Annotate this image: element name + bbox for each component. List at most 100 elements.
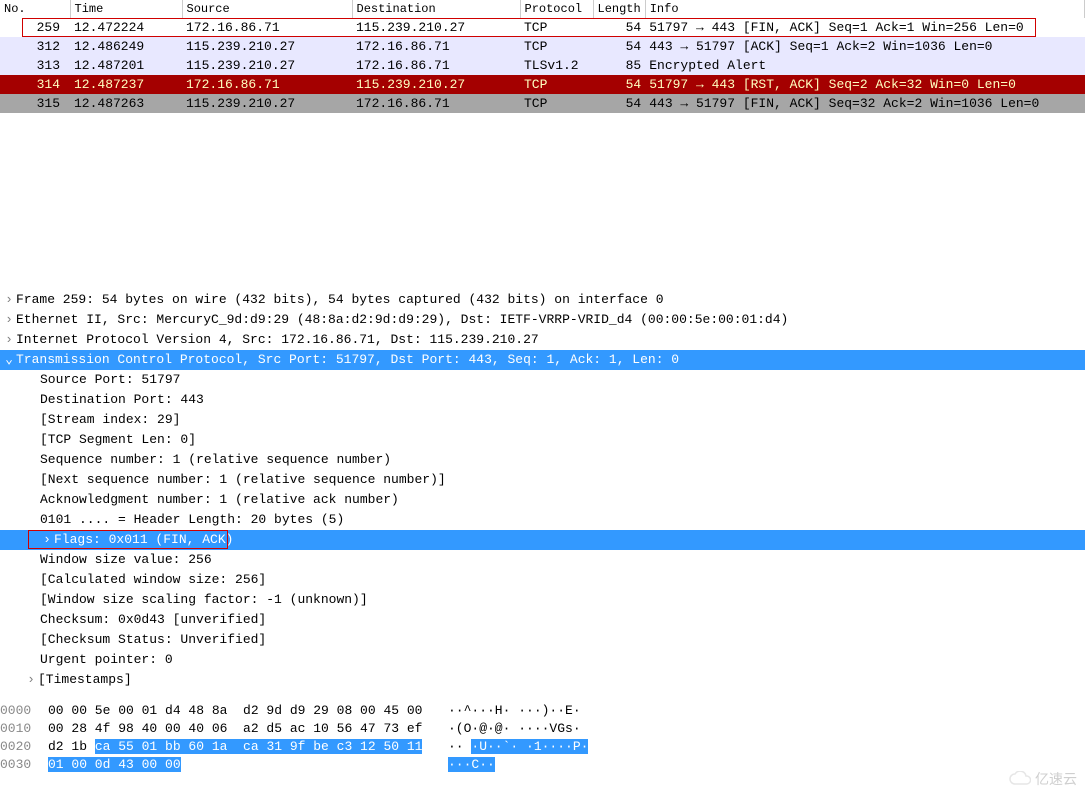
cell-dst: 172.16.86.71	[352, 56, 520, 75]
byte-row[interactable]: 001000 28 4f 98 40 00 40 06 a2 d5 ac 10 …	[0, 720, 1085, 738]
cell-info: 443 → 51797 [ACK] Seq=1 Ack=2 Win=1036 L…	[645, 37, 1084, 56]
chevron-right-icon[interactable]: ›	[2, 330, 16, 350]
tree-label: Transmission Control Protocol, Src Port:…	[16, 350, 679, 370]
byte-ascii: ·· ·U··`· ·1····P·	[448, 738, 588, 756]
cell-info: Encrypted Alert	[645, 56, 1084, 75]
tree-checksum-status[interactable]: [Checksum Status: Unverified]	[0, 630, 1085, 650]
table-row[interactable]: 315 12.487263 115.239.210.27 172.16.86.7…	[0, 94, 1085, 113]
byte-ascii: ··^···H· ···)··E·	[448, 702, 581, 720]
tree-label: [Next sequence number: 1 (relative seque…	[40, 470, 446, 490]
cell-time: 12.487201	[70, 56, 182, 75]
cell-info: 443 → 51797 [FIN, ACK] Seq=32 Ack=2 Win=…	[645, 94, 1084, 113]
table-row[interactable]: 313 12.487201 115.239.210.27 172.16.86.7…	[0, 56, 1085, 75]
cell-dst: 172.16.86.71	[352, 94, 520, 113]
col-header-length[interactable]: Length	[593, 0, 645, 18]
tree-label: [Checksum Status: Unverified]	[40, 630, 266, 650]
byte-hex: 00 28 4f 98 40 00 40 06 a2 d5 ac 10 56 4…	[48, 720, 448, 738]
tree-flags[interactable]: ›Flags: 0x011 (FIN, ACK)	[0, 530, 1085, 550]
cell-src: 172.16.86.71	[182, 75, 352, 94]
byte-hex: 00 00 5e 00 01 d4 48 8a d2 9d d9 29 08 0…	[48, 702, 448, 720]
col-header-no[interactable]: No.	[0, 0, 70, 18]
cell-src: 115.239.210.27	[182, 56, 352, 75]
cloud-icon	[1009, 771, 1031, 787]
cell-info: 51797 → 443 [RST, ACK] Seq=2 Ack=32 Win=…	[645, 75, 1084, 94]
watermark-text: 亿速云	[1035, 769, 1077, 789]
chevron-down-icon[interactable]: ⌄	[2, 350, 16, 370]
cell-len: 54	[593, 18, 645, 37]
cell-dst: 115.239.210.27	[352, 18, 520, 37]
cell-no: 314	[0, 75, 70, 94]
cell-no: 315	[0, 94, 70, 113]
cell-no: 312	[0, 37, 70, 56]
cell-src: 115.239.210.27	[182, 94, 352, 113]
packet-bytes-pane[interactable]: 000000 00 5e 00 01 d4 48 8a d2 9d d9 29 …	[0, 702, 1085, 774]
tree-ack-number[interactable]: Acknowledgment number: 1 (relative ack n…	[0, 490, 1085, 510]
tree-seq-number[interactable]: Sequence number: 1 (relative sequence nu…	[0, 450, 1085, 470]
cell-no: 313	[0, 56, 70, 75]
table-row[interactable]: 312 12.486249 115.239.210.27 172.16.86.7…	[0, 37, 1085, 56]
tree-label: [Stream index: 29]	[40, 410, 180, 430]
chevron-right-icon[interactable]: ›	[24, 670, 38, 690]
tree-tcp[interactable]: ⌄Transmission Control Protocol, Src Port…	[0, 350, 1085, 370]
tree-label: Acknowledgment number: 1 (relative ack n…	[40, 490, 399, 510]
col-header-info[interactable]: Info	[645, 0, 1084, 18]
cell-proto: TCP	[520, 75, 593, 94]
packet-list-table[interactable]: No. Time Source Destination Protocol Len…	[0, 0, 1085, 113]
cell-len: 85	[593, 56, 645, 75]
byte-ascii-plain: ··	[448, 739, 471, 754]
tree-segment-len[interactable]: [TCP Segment Len: 0]	[0, 430, 1085, 450]
tree-ethernet[interactable]: ›Ethernet II, Src: MercuryC_9d:d9:29 (48…	[0, 310, 1085, 330]
tree-urgent-pointer[interactable]: Urgent pointer: 0	[0, 650, 1085, 670]
tree-stream-index[interactable]: [Stream index: 29]	[0, 410, 1085, 430]
byte-row[interactable]: 003001 00 0d 43 00 00···C··	[0, 756, 1085, 774]
chevron-right-icon[interactable]: ›	[2, 310, 16, 330]
tree-dst-port[interactable]: Destination Port: 443	[0, 390, 1085, 410]
table-row[interactable]: 314 12.487237 172.16.86.71 115.239.210.2…	[0, 75, 1085, 94]
packet-details-pane[interactable]: ›Frame 259: 54 bytes on wire (432 bits),…	[0, 290, 1085, 690]
tree-checksum[interactable]: Checksum: 0x0d43 [unverified]	[0, 610, 1085, 630]
byte-row[interactable]: 0020d2 1b ca 55 01 bb 60 1a ca 31 9f be …	[0, 738, 1085, 756]
packet-list-header[interactable]: No. Time Source Destination Protocol Len…	[0, 0, 1085, 18]
tree-window-size[interactable]: Window size value: 256	[0, 550, 1085, 570]
tree-next-seq[interactable]: [Next sequence number: 1 (relative seque…	[0, 470, 1085, 490]
col-header-time[interactable]: Time	[70, 0, 182, 18]
byte-ascii: ·(O·@·@· ····VGs·	[448, 720, 581, 738]
cell-info: 51797 → 443 [FIN, ACK] Seq=1 Ack=1 Win=2…	[645, 18, 1084, 37]
byte-hex: d2 1b ca 55 01 bb 60 1a ca 31 9f be c3 1…	[48, 738, 448, 756]
byte-offset: 0020	[0, 738, 48, 756]
tree-ip[interactable]: ›Internet Protocol Version 4, Src: 172.1…	[0, 330, 1085, 350]
cell-proto: TCP	[520, 18, 593, 37]
tree-label: [Timestamps]	[38, 670, 132, 690]
tree-label: Ethernet II, Src: MercuryC_9d:d9:29 (48:…	[16, 310, 788, 330]
chevron-right-icon[interactable]: ›	[40, 530, 54, 550]
cell-proto: TCP	[520, 37, 593, 56]
byte-ascii-highlight: ···C··	[448, 757, 495, 772]
watermark: 亿速云	[1009, 769, 1077, 789]
tree-header-length[interactable]: 0101 .... = Header Length: 20 bytes (5)	[0, 510, 1085, 530]
tree-label: Internet Protocol Version 4, Src: 172.16…	[16, 330, 539, 350]
tree-src-port[interactable]: Source Port: 51797	[0, 370, 1085, 390]
col-header-source[interactable]: Source	[182, 0, 352, 18]
tree-timestamps[interactable]: ›[Timestamps]	[0, 670, 1085, 690]
tree-frame[interactable]: ›Frame 259: 54 bytes on wire (432 bits),…	[0, 290, 1085, 310]
cell-len: 54	[593, 75, 645, 94]
table-row[interactable]: 259 12.472224 172.16.86.71 115.239.210.2…	[0, 18, 1085, 37]
tree-label: 0101 .... = Header Length: 20 bytes (5)	[40, 510, 344, 530]
cell-dst: 115.239.210.27	[352, 75, 520, 94]
byte-ascii: ···C··	[448, 756, 495, 774]
cell-src: 115.239.210.27	[182, 37, 352, 56]
cell-src: 172.16.86.71	[182, 18, 352, 37]
tree-label: Sequence number: 1 (relative sequence nu…	[40, 450, 391, 470]
tree-label: [TCP Segment Len: 0]	[40, 430, 196, 450]
byte-offset: 0030	[0, 756, 48, 774]
cell-time: 12.472224	[70, 18, 182, 37]
col-header-destination[interactable]: Destination	[352, 0, 520, 18]
byte-offset: 0010	[0, 720, 48, 738]
chevron-right-icon[interactable]: ›	[2, 290, 16, 310]
tree-calc-window[interactable]: [Calculated window size: 256]	[0, 570, 1085, 590]
tree-label: Checksum: 0x0d43 [unverified]	[40, 610, 266, 630]
col-header-protocol[interactable]: Protocol	[520, 0, 593, 18]
cell-len: 54	[593, 94, 645, 113]
tree-window-scale[interactable]: [Window size scaling factor: -1 (unknown…	[0, 590, 1085, 610]
byte-row[interactable]: 000000 00 5e 00 01 d4 48 8a d2 9d d9 29 …	[0, 702, 1085, 720]
